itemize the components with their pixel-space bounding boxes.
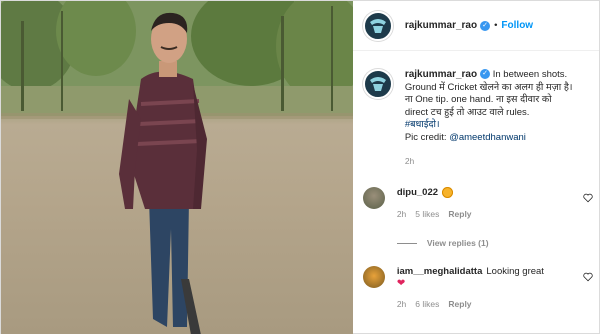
instagram-post: rajkummar_rao ✓ • Follow rajkummar_rao ✓ …	[0, 0, 600, 334]
heart-eyes-emoji-icon	[442, 187, 454, 198]
replies-line	[396, 242, 417, 244]
reply-button[interactable]: Reply	[448, 209, 471, 219]
red-heart-emoji-icon: ❤	[396, 278, 406, 289]
person-figure	[119, 12, 207, 334]
comment-avatar[interactable]	[362, 187, 385, 209]
post-timestamp[interactable]: 2h	[405, 155, 575, 168]
post-caption: rajkummar_rao ✓ In between shots. Ground …	[353, 51, 599, 168]
caption-avatar[interactable]	[362, 69, 393, 99]
follow-button[interactable]: Follow	[501, 20, 533, 31]
logo-icon	[369, 18, 386, 33]
comment-meta: 2h 6 likes Reply	[397, 298, 557, 310]
comment-username[interactable]: dipu_022	[397, 187, 438, 198]
credit-handle-link[interactable]: @ameetdhanwani	[449, 132, 526, 143]
post-photo[interactable]	[1, 1, 353, 334]
reply-button[interactable]: Reply	[448, 299, 471, 309]
comment-meta: 2h 5 likes Reply	[397, 208, 557, 220]
comment-likes[interactable]: 6 likes	[415, 299, 439, 309]
verified-badge-icon: ✓	[480, 20, 491, 31]
comment-body: dipu_022 2h 5 likes Reply	[397, 187, 557, 220]
caption-body: rajkummar_rao ✓ In between shots. Ground …	[405, 69, 575, 168]
caption-hashtag[interactable]: #बधाईदो।	[405, 119, 575, 132]
post-username[interactable]: rajkummar_rao	[405, 20, 477, 31]
credit-label: Pic credit:	[404, 131, 450, 143]
caption-username[interactable]: rajkummar_rao	[405, 69, 477, 80]
verified-badge-icon: ✓	[480, 69, 491, 80]
comment-text: Looking great	[486, 266, 544, 277]
comment-username[interactable]: iam__meghalidatta	[397, 266, 483, 277]
like-comment-heart-icon[interactable]	[583, 193, 593, 203]
like-comment-heart-icon[interactable]	[583, 272, 593, 282]
view-replies-button[interactable]: View replies (1)	[396, 238, 489, 248]
comment-item: iam__meghalidatta Looking great ❤ 2h 6 lik…	[362, 266, 593, 310]
post-header: rajkummar_rao ✓ • Follow	[352, 1, 599, 51]
comment-item: dipu_022 2h 5 likes Reply	[362, 187, 593, 220]
comment-time[interactable]: 2h	[397, 299, 406, 309]
comment-time[interactable]: 2h	[397, 209, 406, 219]
profile-avatar[interactable]	[362, 10, 393, 41]
photo-credit: Pic credit: @ameetdhanwani	[405, 132, 575, 145]
separator-dot: •	[494, 20, 498, 31]
view-replies-label: View replies (1)	[426, 238, 489, 248]
comment-avatar[interactable]	[362, 266, 385, 288]
post-sidebar: rajkummar_rao ✓ • Follow rajkummar_rao ✓ …	[352, 1, 599, 334]
comment-likes[interactable]: 5 likes	[415, 209, 439, 219]
comment-body: iam__meghalidatta Looking great ❤ 2h 6 lik…	[397, 266, 557, 310]
logo-icon	[369, 77, 386, 91]
